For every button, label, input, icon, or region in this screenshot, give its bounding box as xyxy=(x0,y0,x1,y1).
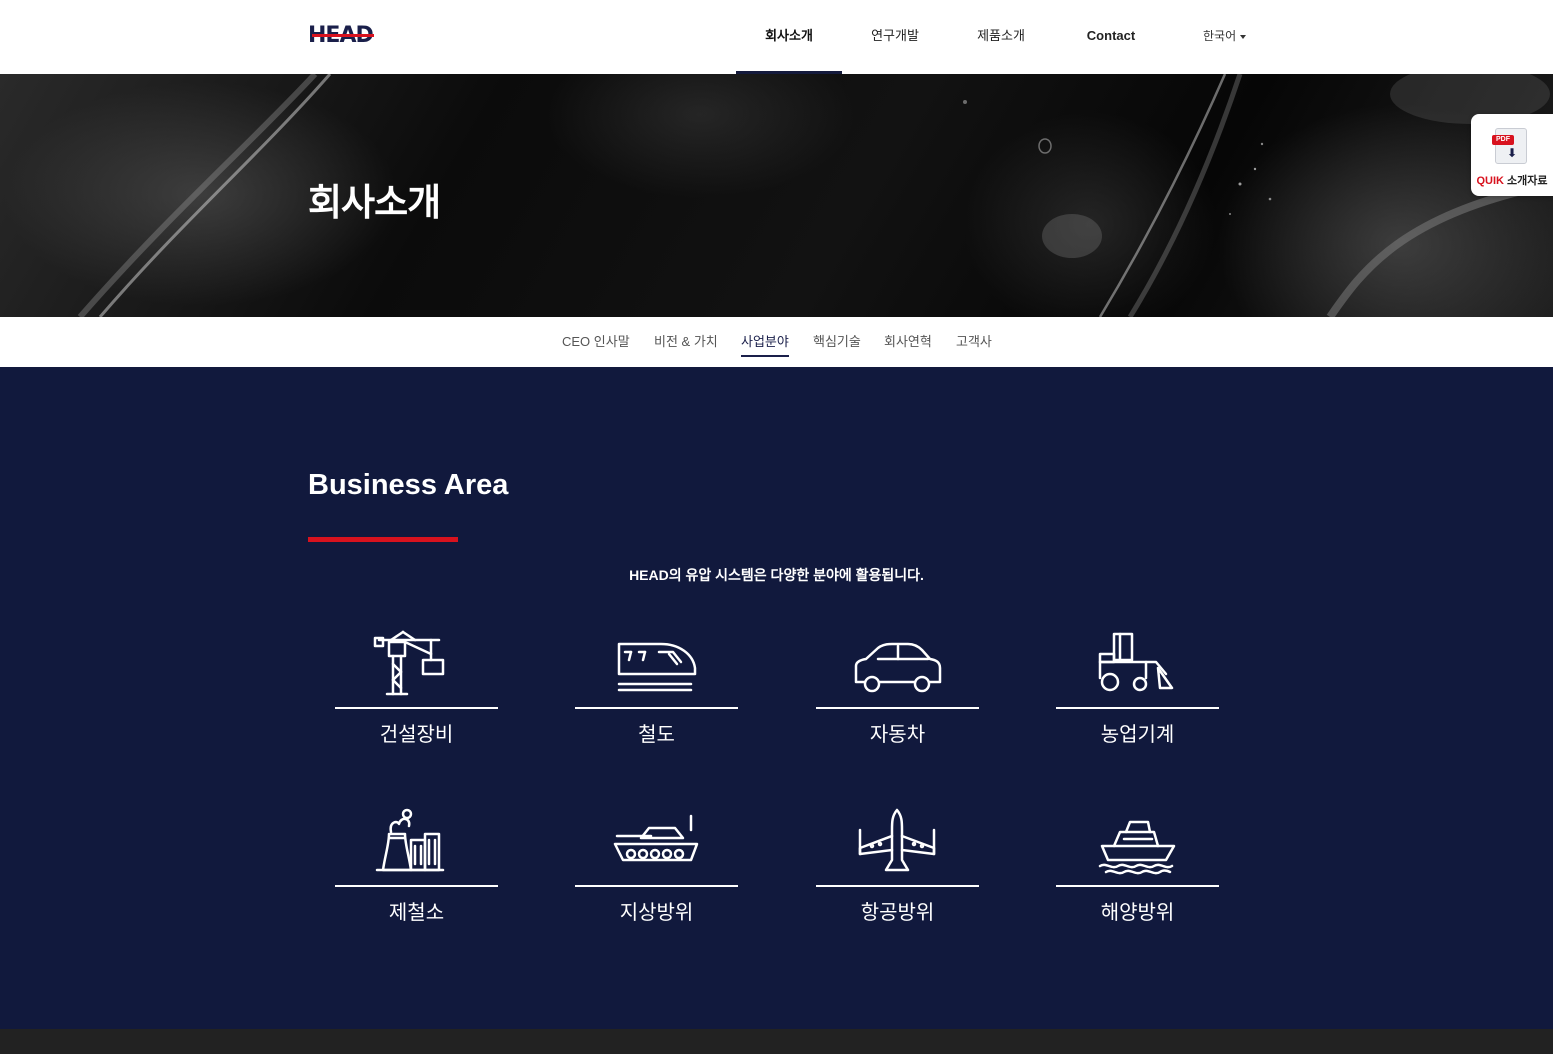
caret-down-icon xyxy=(1240,34,1247,39)
footer-strip xyxy=(0,1029,1553,1054)
subnav-history[interactable]: 회사연혁 xyxy=(884,331,932,355)
car-icon xyxy=(854,642,942,693)
subnav-core-tech[interactable]: 핵심기술 xyxy=(813,331,861,355)
business-card-steel[interactable]: 제철소 xyxy=(335,808,498,928)
card-divider xyxy=(335,885,498,887)
card-divider xyxy=(816,707,979,709)
pdf-download-badge[interactable]: PDF ⬇ QUIK 소개자료 xyxy=(1471,114,1553,196)
business-card-automotive[interactable]: 자동차 xyxy=(816,630,979,750)
nav-item-label: 연구개발 xyxy=(871,28,919,43)
ship-icon xyxy=(1098,820,1176,875)
card-label: 항공방위 xyxy=(860,902,935,924)
business-area-section: Business Area HEAD의 유압 시스템은 다양한 분야에 활용됩니… xyxy=(0,367,1553,1029)
sub-navigation: CEO 인사말 비전 & 가치 사업분야 핵심기술 회사연혁 고객사 xyxy=(0,317,1553,367)
card-label: 자동차 xyxy=(869,724,926,746)
card-divider xyxy=(1056,885,1219,887)
fighter-jet-icon xyxy=(858,808,936,872)
pdf-brand: QUIK xyxy=(1476,175,1504,187)
subnav-customers[interactable]: 고객사 xyxy=(956,331,992,355)
page: HEAD 회사소개 연구개발 제품소개 Contact 한국어 회사소개 PDF… xyxy=(0,0,1553,1054)
subnav-ceo[interactable]: CEO 인사말 xyxy=(562,331,630,355)
nav-item-label: 회사소개 xyxy=(765,28,813,43)
steel-mill-icon xyxy=(375,808,445,872)
business-card-air-defense[interactable]: 항공방위 xyxy=(816,808,979,928)
site-header: HEAD 회사소개 연구개발 제품소개 Contact 한국어 xyxy=(0,0,1553,74)
nav-item-contact[interactable]: Contact xyxy=(1058,0,1164,74)
crane-icon xyxy=(373,630,445,696)
business-card-agriculture[interactable]: 농업기계 xyxy=(1056,630,1219,750)
card-label: 철도 xyxy=(638,724,675,746)
business-card-railway[interactable]: 철도 xyxy=(575,630,738,750)
business-card-ground-defense[interactable]: 지상방위 xyxy=(575,808,738,928)
pdf-download-icon: PDF ⬇ xyxy=(1492,128,1527,164)
business-card-naval-defense[interactable]: 해양방위 xyxy=(1056,808,1219,928)
tractor-icon xyxy=(1098,632,1174,692)
card-divider xyxy=(575,707,738,709)
nav-item-rnd[interactable]: 연구개발 xyxy=(842,0,948,74)
card-label: 제철소 xyxy=(388,902,445,924)
subnav-business-area[interactable]: 사업분야 xyxy=(741,331,789,357)
pdf-label-text: 소개자료 xyxy=(1503,175,1548,187)
card-label: 해양방위 xyxy=(1100,902,1175,924)
nav-item-company[interactable]: 회사소개 xyxy=(736,0,842,74)
card-divider xyxy=(335,707,498,709)
nav-item-label: 제품소개 xyxy=(977,28,1025,43)
section-description: HEAD의 유압 시스템은 다양한 분야에 활용됩니다. xyxy=(629,567,924,583)
train-icon xyxy=(617,642,697,692)
card-label: 지상방위 xyxy=(619,902,694,924)
nav-item-products[interactable]: 제품소개 xyxy=(948,0,1054,74)
card-divider xyxy=(816,885,979,887)
title-underline xyxy=(308,537,458,542)
pdf-tag: PDF xyxy=(1492,135,1514,145)
hero-background-graphic xyxy=(77,74,1553,317)
hero-title: 회사소개 xyxy=(308,182,441,223)
logo-red-bar xyxy=(312,34,374,37)
card-label: 농업기계 xyxy=(1100,724,1175,746)
subnav-vision[interactable]: 비전 & 가치 xyxy=(654,331,718,355)
pdf-badge-label: QUIK 소개자료 xyxy=(1471,172,1553,188)
language-label: 한국어 xyxy=(1203,29,1237,43)
card-divider xyxy=(1056,707,1219,709)
tank-icon xyxy=(613,814,699,862)
nav-item-label: Contact xyxy=(1086,28,1136,43)
hero-banner: 회사소개 xyxy=(0,74,1553,317)
download-arrow-icon: ⬇ xyxy=(1507,146,1518,160)
language-dropdown[interactable]: 한국어 xyxy=(1203,0,1247,74)
card-label: 건설장비 xyxy=(379,724,454,746)
section-title: Business Area xyxy=(308,469,509,501)
card-divider xyxy=(575,885,738,887)
business-card-construction[interactable]: 건설장비 xyxy=(335,630,498,750)
head-logo[interactable]: HEAD xyxy=(308,25,378,47)
